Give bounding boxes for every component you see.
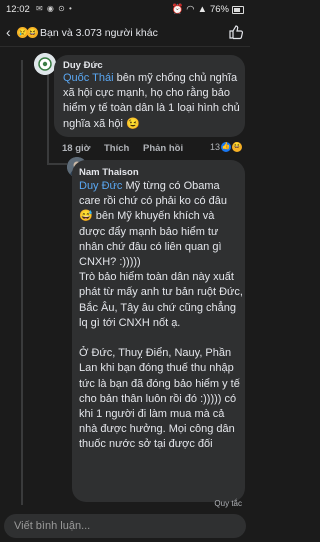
reactions-summary[interactable]: Bạn và 3.073 người khác (40, 27, 158, 39)
header-divider (0, 46, 250, 47)
comment-bubble[interactable]: Duy Đức Quốc Thái bên mỹ chống chủ nghĩa… (54, 55, 245, 137)
status-time: 12:02 (6, 4, 30, 15)
notification-icons: ✉ ◉ ⊙ • (36, 4, 73, 13)
comment-actions: 18 giờ Thích Phản hồi (62, 143, 212, 157)
haha-reaction-icon: 😆 (232, 142, 243, 152)
rules-link[interactable]: Quy tắc (214, 499, 242, 508)
reply-button[interactable]: Phản hồi (143, 143, 183, 154)
battery-icon (232, 5, 244, 14)
like-reaction-icon: 👍 (221, 142, 232, 152)
status-bar: 12:02 ✉ ◉ ⊙ • ⏰ ◠ ▲ 76% (0, 0, 250, 20)
like-button[interactable]: Thích (104, 143, 129, 154)
reply-author[interactable]: Nam Thaison (79, 167, 139, 178)
avatar-duy-duc[interactable] (34, 53, 56, 75)
signal-icon: ▲ (197, 4, 207, 15)
alarm-icon: ⏰ (171, 4, 184, 15)
reaction-count: 13 (210, 142, 221, 152)
comment-author[interactable]: Duy Đức (63, 60, 103, 71)
comment-text: Quốc Thái bên mỹ chống chủ nghĩa xã hội … (63, 72, 243, 130)
wifi-icon: ◠ (186, 4, 195, 15)
like-outline-icon[interactable] (228, 24, 244, 40)
comment-time: 18 giờ (62, 143, 91, 154)
chevron-left-icon[interactable]: ‹ (6, 24, 11, 40)
thread-connector (47, 163, 67, 165)
mention-link[interactable]: Quốc Thái (63, 72, 114, 84)
reply-text: Duy Đức Mỹ từng có Obama care rồi chứ có… (79, 180, 243, 451)
haha-emoji-icon: 😆 (27, 27, 38, 38)
mention-link[interactable]: Duy Đức (79, 180, 122, 192)
thread-line (47, 73, 49, 163)
battery-percent: 76% (209, 4, 229, 15)
comment-reactions[interactable]: 13 👍 😆 (210, 142, 243, 152)
reactions-header[interactable]: ‹ 😢 😆 Bạn và 3.073 người khác (0, 22, 250, 44)
thread-line-outer (21, 60, 23, 505)
comment-input[interactable] (4, 514, 246, 538)
comment-composer (0, 508, 250, 542)
reply-bubble[interactable]: Nam Thaison Duy Đức Mỹ từng có Obama car… (72, 160, 245, 502)
